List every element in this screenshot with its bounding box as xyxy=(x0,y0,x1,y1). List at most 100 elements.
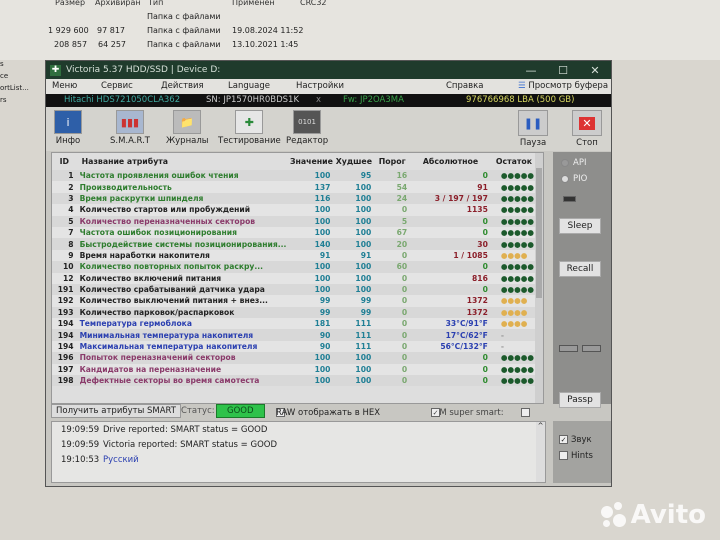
table-scrollbar[interactable] xyxy=(535,153,543,403)
attr-id: 193 xyxy=(57,307,74,317)
maximize-button[interactable]: ☐ xyxy=(547,64,579,77)
sidebar-item[interactable]: rs xyxy=(0,96,45,108)
options-panel: ✓ Звук Hints xyxy=(553,421,611,483)
pause-button[interactable]: ❚❚ Пауза xyxy=(518,110,548,148)
passp-button[interactable]: Passp xyxy=(559,392,601,408)
test-icon: ✚ xyxy=(235,110,264,134)
editor-button[interactable]: 0101 Редактор xyxy=(286,110,328,146)
stop-button[interactable]: ✕ Стоп xyxy=(572,110,602,148)
attr-value: 99 xyxy=(319,307,331,317)
avito-watermark: Avito xyxy=(600,500,706,530)
table-row[interactable]: 8 Быстродействие системы позиционирования… xyxy=(52,238,537,250)
attr-value: 100 xyxy=(314,364,331,374)
attr-raw: 1 / 1085 xyxy=(453,250,488,260)
table-row[interactable]: 197 Кандидатов на переназначение 100 100 0 0 ●… xyxy=(52,363,537,376)
get-smart-button[interactable]: Получить атрибуты SMART xyxy=(51,404,182,418)
status-badge: GOOD xyxy=(216,404,265,418)
attr-worst: 111 xyxy=(355,319,372,329)
table-row[interactable]: 191 Количество срабатываний датчика удара… xyxy=(52,283,537,296)
attr-id: 1 xyxy=(68,171,74,181)
logs-button[interactable]: 📁 Журналы xyxy=(166,110,209,146)
attr-value: 90 xyxy=(319,330,331,340)
attr-worst: 100 xyxy=(355,228,372,238)
sidebar-item[interactable]: ce xyxy=(0,72,45,84)
menu-help[interactable]: Справка xyxy=(446,81,483,91)
col-threshold[interactable]: Порог xyxy=(374,153,410,170)
table-row[interactable]: 9 Время наработки накопителя 91 91 0 1 / 1085… xyxy=(52,249,537,262)
attr-id: 196 xyxy=(57,353,74,363)
table-row[interactable]: 3 Время раскрутки шпинделя 116 100 24 3 / 197… xyxy=(52,192,537,205)
toolbar: i Инфо ▮▮▮ S.M.A.R.T 📁 Журналы ✚ Тестировани… xyxy=(46,107,611,151)
scrollbar-thumb[interactable] xyxy=(536,168,542,298)
testing-button[interactable]: ✚ Тестирование xyxy=(218,110,281,146)
buffer-view-button[interactable]: ☰ Просмотр буфера xyxy=(518,81,608,91)
attr-raw: 0 xyxy=(482,216,488,226)
table-row[interactable]: 194 Минимальная температура накопителя 90 1… xyxy=(52,329,537,341)
table-row[interactable]: 12 Количество включений питания 100 100 0 816… xyxy=(52,272,537,284)
attr-worst: 100 xyxy=(355,239,372,249)
menu-settings[interactable]: Настройки xyxy=(296,81,344,91)
menu-language[interactable]: Language xyxy=(228,81,270,91)
col-value[interactable]: Значение xyxy=(289,153,333,170)
col-raw[interactable]: Абсолютное xyxy=(410,153,491,170)
title-bar[interactable]: ✚ Victoria 5.37 HDD/SSD | Device D: — ☐ … xyxy=(46,61,611,79)
log-scrollbar[interactable]: ^ xyxy=(536,422,545,482)
smart-button[interactable]: ▮▮▮ S.M.A.R.T xyxy=(110,110,150,146)
table-row[interactable]: 7 Частота ошибок позиционирования 100 100 67… xyxy=(52,226,537,239)
info-button[interactable]: i Инфо xyxy=(54,110,82,146)
table-row[interactable]: 2 Производительность 137 100 54 91 ●●●●● xyxy=(52,181,537,193)
attr-threshold: 0 xyxy=(401,296,408,306)
table-row[interactable]: 193 Количество парковок/распарковок 99 99 0 1… xyxy=(52,306,537,319)
table-row[interactable]: 5 Количество переназначенных секторов 100 1… xyxy=(52,215,537,227)
table-row[interactable]: 4 Количество стартов или пробуждений 100 10… xyxy=(52,204,537,216)
attr-threshold: 0 xyxy=(401,342,408,352)
attr-id: 191 xyxy=(57,285,74,295)
menu-actions[interactable]: Действия xyxy=(161,81,204,91)
col-name[interactable]: Название атрибута xyxy=(77,153,290,170)
sleep-button[interactable]: Sleep xyxy=(559,218,601,234)
indicator-led xyxy=(563,196,576,202)
attr-id: 194 xyxy=(57,342,74,352)
recall-button[interactable]: Recall xyxy=(559,261,601,277)
attr-value: 100 xyxy=(314,171,331,181)
menu-main[interactable]: Меню xyxy=(52,81,77,91)
col-crc: CRC32 xyxy=(300,0,327,7)
col-rest[interactable]: Остаток xyxy=(491,153,537,170)
table-row[interactable]: 194 Температура гермоблока 181 111 0 33°C/91°… xyxy=(52,318,537,330)
table-row[interactable]: 1 Частота проявления ошибок чтения 100 95 16… xyxy=(52,170,537,182)
minimize-button[interactable]: — xyxy=(515,64,547,77)
attr-worst: 100 xyxy=(355,376,372,386)
col-packed: Архивиран xyxy=(95,0,141,7)
api-radio[interactable]: API xyxy=(561,158,586,168)
attr-rest: ●●●●● xyxy=(500,239,534,249)
attr-worst: 99 xyxy=(360,307,372,317)
attr-threshold: 67 xyxy=(396,228,408,238)
attr-value: 100 xyxy=(314,285,331,295)
attr-id: 198 xyxy=(57,376,74,386)
attr-raw: 0 xyxy=(482,364,488,374)
close-button[interactable]: ✕ xyxy=(579,64,611,77)
table-row[interactable]: 196 Попыток переназначений секторов 100 100… xyxy=(52,352,537,364)
sound-checkbox[interactable]: ✓ Звук xyxy=(559,435,592,445)
table-row[interactable]: 192 Количество выключений питания + внез.… xyxy=(52,295,537,307)
sidebar-item[interactable]: s xyxy=(0,60,45,72)
attr-rest: ●●●● xyxy=(500,307,528,317)
table-row[interactable]: 10 Количество повторных попыток раскру...… xyxy=(52,261,537,273)
attr-name: Количество повторных попыток раскру... xyxy=(79,262,264,272)
sidebar-item[interactable]: ortList... xyxy=(0,84,45,96)
attr-threshold: 5 xyxy=(401,216,408,226)
drive-x: x xyxy=(316,95,322,105)
log-entry: 19:09:59 Victoria reported: SMART status … xyxy=(61,440,277,450)
menu-service[interactable]: Сервис xyxy=(101,81,133,91)
attr-name: Температура гермоблока xyxy=(79,319,192,329)
table-row[interactable]: 198 Дефектные секторы во время самотеста 1… xyxy=(52,375,537,387)
attr-name: Количество стартов или пробуждений xyxy=(79,205,251,215)
table-row[interactable]: 194 Максимальная температура накопителя 90… xyxy=(52,340,537,353)
attr-id: 8 xyxy=(68,239,74,249)
hints-checkbox[interactable]: Hints xyxy=(559,451,593,461)
attr-value: 181 xyxy=(314,319,331,329)
checkbox-icon xyxy=(521,408,530,417)
col-worst[interactable]: Худшее xyxy=(333,153,374,170)
pio-radio[interactable]: PIO xyxy=(561,174,587,184)
col-id[interactable]: ID xyxy=(52,153,77,170)
